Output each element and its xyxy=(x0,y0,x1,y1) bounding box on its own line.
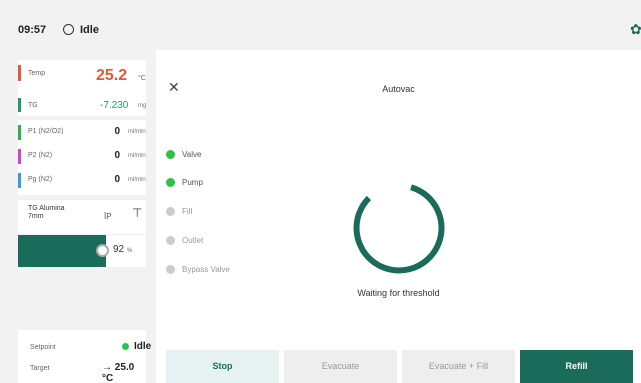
flow-value: 0 xyxy=(114,174,120,185)
crucible-card[interactable]: TG Alumina 7mm ĪP ⊤ xyxy=(18,200,146,234)
tg-unit: mg xyxy=(138,103,147,109)
flow-row-pg: Pg (N2) 0 ml/min xyxy=(18,170,146,192)
p2-color-bar xyxy=(18,149,21,164)
state-label: Outlet xyxy=(182,236,204,245)
inactive-dot-icon xyxy=(166,236,175,245)
flow-value: 0 xyxy=(114,150,120,161)
flow-label: P2 (N2) xyxy=(28,152,53,159)
loading-spinner-icon xyxy=(353,184,445,274)
active-dot-icon xyxy=(166,150,175,159)
device-status: Idle xyxy=(80,24,99,36)
temp-value: 25.2 xyxy=(96,67,128,84)
inactive-dot-icon xyxy=(166,265,175,274)
gauge-icon xyxy=(96,244,109,257)
pressure-icon: ĪP xyxy=(104,212,112,221)
clock: 09:57 xyxy=(18,24,47,36)
fill-level-card[interactable]: 92 % xyxy=(18,235,146,267)
p1-color-bar xyxy=(18,125,21,140)
flow-card[interactable]: P1 (N2/O2) 0 ml/min P2 (N2) 0 ml/min Pg … xyxy=(18,120,146,195)
flow-row-p1: P1 (N2/O2) 0 ml/min xyxy=(18,122,146,144)
setpoint-label: Setpoint xyxy=(30,344,56,351)
fill-level-percent: 92 % xyxy=(113,244,132,255)
state-label: Bypass Valve xyxy=(182,265,230,274)
crucible-name: TG Alumina 7mm xyxy=(28,205,65,221)
flow-value: 0 xyxy=(114,126,120,137)
target-label: Target xyxy=(30,365,50,372)
evacuate-button[interactable]: Evacuate xyxy=(284,350,397,383)
autovac-dialog: ✕ Autovac Valve Pump Fill Outlet Bypass … xyxy=(156,70,641,383)
flow-unit: ml/min xyxy=(128,153,146,159)
state-label: Valve xyxy=(182,150,202,159)
waiting-message: Waiting for threshold xyxy=(357,288,440,298)
flow-label: Pg (N2) xyxy=(28,176,53,183)
tg-label: TG xyxy=(28,102,38,109)
gear-icon[interactable]: ✿ xyxy=(630,22,641,36)
crucible-name-line1: TG Alumina xyxy=(28,205,65,212)
status-ring-icon xyxy=(63,24,74,35)
temp-tg-card[interactable]: Temp 25.2 °C TG -7.230 mg xyxy=(18,60,146,116)
flow-row-p2: P2 (N2) 0 ml/min xyxy=(18,146,146,168)
flow-unit: ml/min xyxy=(128,177,146,183)
dialog-title: Autovac xyxy=(382,84,415,94)
setpoint-card[interactable]: Setpoint Idle Target → 25.0 °C xyxy=(18,330,151,383)
setpoint-state: Idle xyxy=(134,341,152,352)
top-bar: 09:57 Idle ✿ xyxy=(0,0,641,50)
temp-label: Temp xyxy=(28,70,46,77)
flow-unit: ml/min xyxy=(128,129,146,135)
sidebar: Temp 25.2 °C TG -7.230 mg P1 (N2/O2) 0 m… xyxy=(0,50,156,383)
active-dot-icon xyxy=(166,178,175,187)
status-dot-icon xyxy=(122,343,129,350)
tg-color-bar xyxy=(18,98,21,112)
state-label: Fill xyxy=(182,207,193,216)
fill-level-unit: % xyxy=(126,248,133,254)
tube-icon: ⊤ xyxy=(132,206,143,220)
fill-level-bar xyxy=(18,235,106,267)
target-value: → 25.0 °C xyxy=(102,362,135,383)
pg-color-bar xyxy=(18,173,21,188)
inactive-dot-icon xyxy=(166,207,175,216)
refill-button[interactable]: Refill xyxy=(520,350,633,383)
state-label: Pump xyxy=(182,178,203,187)
temp-color-bar xyxy=(18,65,21,81)
evacuate-fill-button[interactable]: Evacuate + Fill xyxy=(402,350,515,383)
crucible-name-line2: 7mm xyxy=(28,213,44,220)
tg-value: -7.230 xyxy=(100,100,129,111)
flow-label: P1 (N2/O2) xyxy=(28,128,64,135)
temp-unit: °C xyxy=(138,75,146,82)
stop-button[interactable]: Stop xyxy=(166,350,279,383)
fill-level-value: 92 xyxy=(113,244,125,255)
